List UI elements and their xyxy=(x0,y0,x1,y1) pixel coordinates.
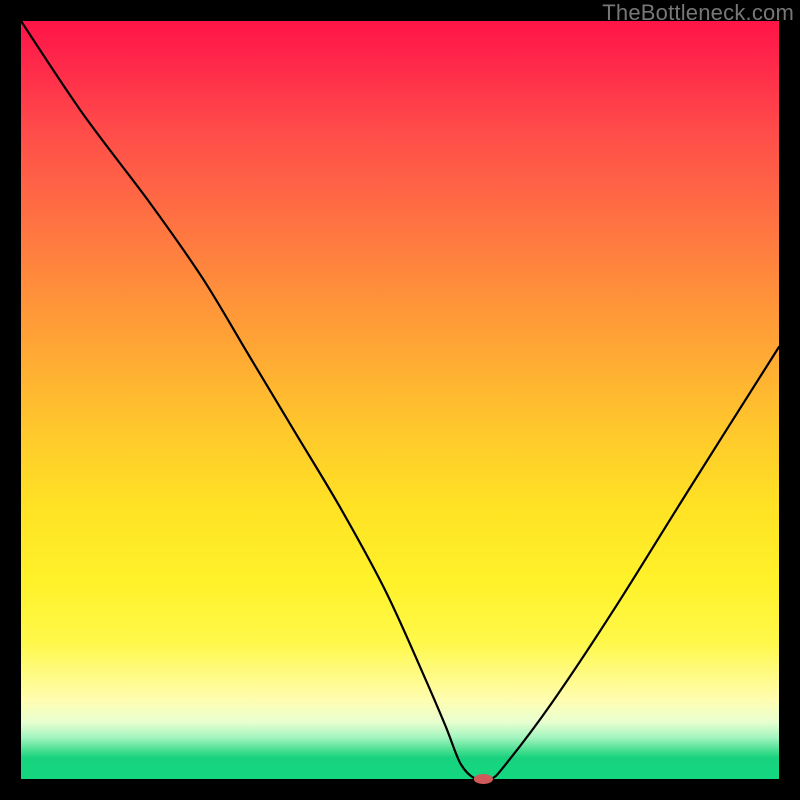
bottleneck-curve xyxy=(21,21,779,781)
minimum-marker xyxy=(474,775,492,784)
chart-frame: TheBottleneck.com xyxy=(0,0,800,800)
plot-svg xyxy=(21,21,779,779)
